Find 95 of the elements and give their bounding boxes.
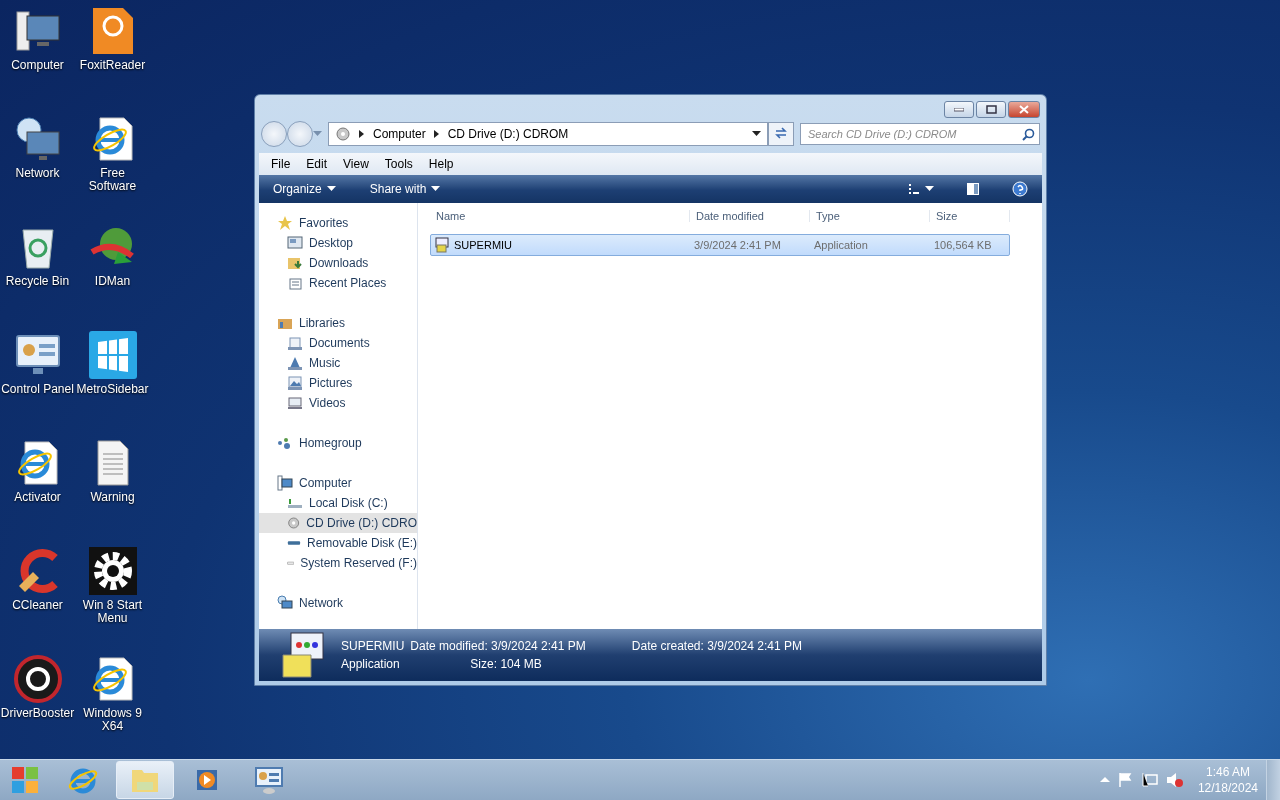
details-text: Date modified: 3/9/2024 2:41 PM [410, 639, 587, 653]
speaker-muted-icon [1165, 772, 1184, 788]
desktop-icon-label[interactable]: DriverBooster [0, 707, 75, 720]
file-name: SUPERMIU [341, 639, 406, 653]
sidebar-item[interactable]: Desktop [259, 233, 417, 253]
column-header[interactable]: Size [930, 210, 1010, 222]
search-field[interactable]: Search CD Drive (D:) CDROM [800, 123, 1040, 145]
disc-icon [287, 515, 301, 531]
close-button[interactable] [1008, 101, 1040, 118]
column-header[interactable]: Date modified [690, 210, 810, 222]
minimize-button[interactable] [944, 101, 974, 118]
desktop-icon-label[interactable]: Windows 9 X64 [75, 707, 150, 733]
desktop-icon-label[interactable]: Network [0, 167, 75, 180]
desktop-icon-label[interactable]: Win 8 Start Menu [75, 599, 150, 625]
forward-button[interactable] [287, 121, 313, 147]
menu-item[interactable]: Help [420, 157, 462, 171]
close-icon [1019, 105, 1029, 114]
pane-icon [966, 182, 980, 196]
desktop-icon-label[interactable]: Computer [0, 59, 75, 72]
refresh-icon [774, 126, 788, 139]
network-icon [277, 595, 293, 611]
sidebar-item[interactable]: Libraries [259, 313, 417, 333]
folder-icon [287, 255, 303, 271]
maximize-button[interactable] [976, 101, 1006, 118]
menu-item[interactable]: Edit [298, 157, 336, 171]
sidebar-item[interactable]: Pictures [259, 373, 417, 393]
minimize-icon [954, 107, 964, 112]
sidebar-item[interactable]: Favorites [259, 213, 417, 233]
monitor-icon [287, 395, 303, 411]
list-icon [908, 183, 920, 195]
column-header[interactable]: Type [810, 210, 930, 222]
star-icon [277, 215, 293, 231]
details-text: Date created: 3/9/2024 2:41 PM [630, 639, 803, 653]
sidebar-item[interactable]: Downloads [259, 253, 417, 273]
desktop-icon-label[interactable]: FoxitReader [75, 59, 150, 72]
sidebar-item[interactable]: Network [259, 593, 417, 613]
menu-item[interactable]: File [263, 157, 299, 171]
document-icon [287, 335, 303, 351]
caret-icon [431, 186, 441, 192]
help-icon [1012, 181, 1028, 197]
sidebar-item[interactable]: System Reserved (F:) [259, 553, 417, 573]
desktop-icon-label[interactable]: CCleaner [0, 599, 75, 612]
settings-icon [87, 546, 138, 596]
chevron-icon [433, 130, 440, 138]
sidebar-item[interactable]: Removable Disk (E:) [259, 533, 417, 553]
file-type: Application [341, 657, 401, 671]
details-text: Size: 104 MB [469, 657, 543, 671]
desktop-icon-label[interactable]: Warning [75, 491, 150, 504]
toolbar-button[interactable]: Share with [363, 182, 447, 196]
maximize-icon [985, 105, 997, 114]
column-header[interactable]: Name [430, 210, 690, 222]
desktop-icon-label[interactable]: Free Software [75, 167, 150, 193]
window-grid-icon [87, 330, 138, 380]
desktop-icon-label[interactable]: Recycle Bin [0, 275, 75, 288]
chevron-icon [359, 130, 365, 138]
people-icon [277, 435, 293, 451]
back-button[interactable] [261, 121, 287, 147]
sidebar-item[interactable]: Recent Places [259, 273, 417, 293]
sidebar-item[interactable]: Computer [259, 473, 417, 493]
toolbar-button[interactable]: Organize [267, 182, 342, 196]
windows-logo-icon [10, 765, 40, 795]
caret-icon [752, 131, 761, 137]
caret-icon [326, 186, 336, 192]
breadcrumb[interactable]: Computer [373, 127, 426, 141]
refresh-button[interactable] [768, 122, 794, 146]
caret-up-icon [1099, 776, 1110, 784]
menu-item[interactable]: Tools [376, 157, 421, 171]
sidebar-item[interactable]: Music [259, 353, 417, 373]
flag-icon [1117, 772, 1134, 788]
gauge-icon [12, 654, 63, 704]
sidebar-item[interactable]: Videos [259, 393, 417, 413]
desktop-icon [287, 235, 303, 251]
desktop-icon-label[interactable]: Control Panel [0, 383, 75, 396]
sidebar-item[interactable]: Documents [259, 333, 417, 353]
caret-icon [925, 186, 934, 192]
disc-icon [335, 126, 351, 142]
control-panel-icon [253, 764, 285, 796]
installer-icon [434, 237, 450, 253]
caret-icon [313, 131, 322, 137]
file-row[interactable]: SUPERMIU 3/9/2024 2:41 PM Application 106,564 KB [430, 234, 1010, 256]
desktop-icon-label[interactable]: Activator [0, 491, 75, 504]
network-icon [1141, 772, 1158, 788]
sidebar-item[interactable]: Local Disk (C:) [259, 493, 417, 513]
address-bar[interactable]: Computer CD Drive (D:) CDROM [328, 122, 768, 146]
recent-icon [287, 275, 303, 291]
desktop-icon-label[interactable]: IDMan [75, 275, 150, 288]
breadcrumb[interactable]: CD Drive (D:) CDROM [447, 127, 569, 141]
picture-icon [287, 375, 303, 391]
sidebar-item[interactable]: Homegroup [259, 433, 417, 453]
menu-item[interactable]: View [335, 157, 377, 171]
music-icon [287, 355, 303, 371]
installer-icon [279, 631, 327, 679]
computer-icon [277, 475, 293, 491]
sidebar-item[interactable]: CD Drive (D:) CDRO [259, 513, 417, 533]
desktop-icon-label[interactable]: MetroSidebar [75, 383, 150, 396]
